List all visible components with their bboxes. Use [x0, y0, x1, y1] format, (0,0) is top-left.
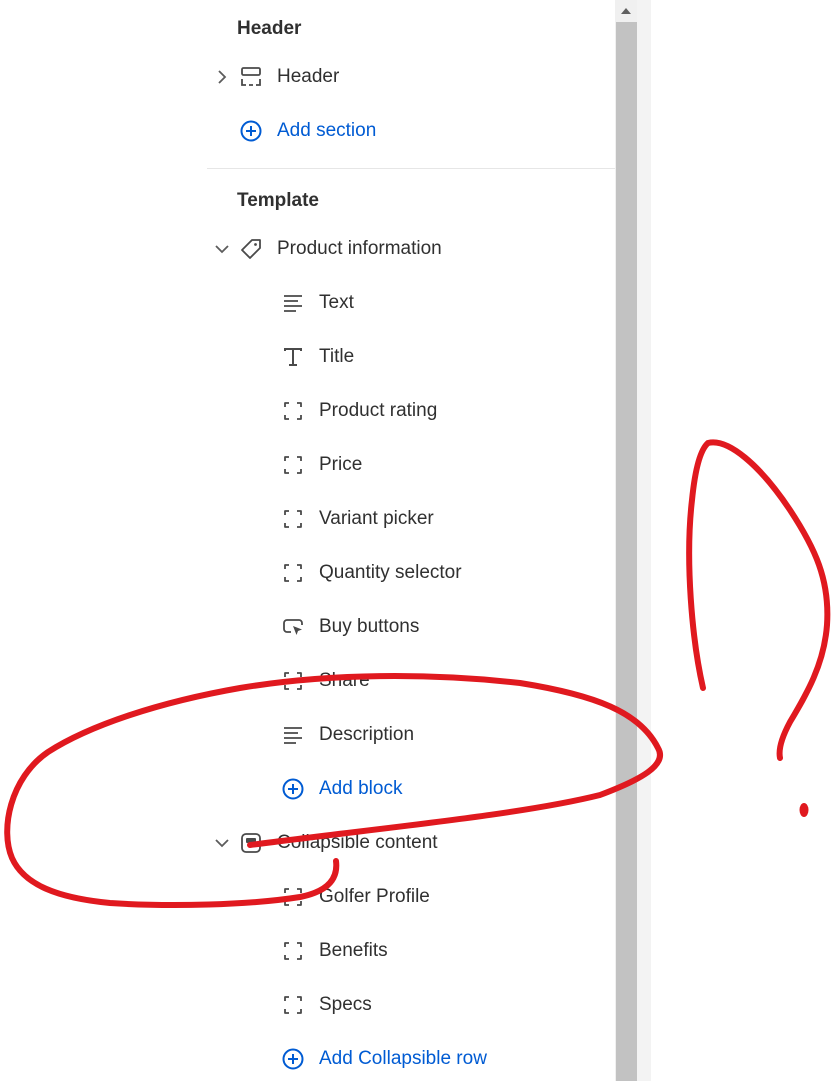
add-circle-icon	[281, 777, 305, 801]
dashed-square-icon	[281, 453, 305, 477]
collapsible-icon	[239, 831, 263, 855]
add-block-button[interactable]: Add block	[281, 769, 402, 809]
block-price[interactable]: Price	[281, 445, 362, 485]
section-header-label: Header	[277, 66, 340, 87]
block-label: Benefits	[319, 940, 388, 961]
block-label: Buy buttons	[319, 616, 420, 637]
header-group-title: Header	[237, 18, 302, 39]
block-label: Price	[319, 454, 363, 475]
section-collapsible-content-label: Collapsible content	[277, 832, 438, 853]
tag-icon	[239, 237, 263, 261]
block-label: Share	[319, 670, 370, 691]
add-section-button[interactable]: Add section	[239, 111, 376, 151]
dashed-square-icon	[281, 939, 305, 963]
block-quantity-selector[interactable]: Quantity selector	[281, 553, 462, 593]
section-product-information[interactable]: Product information	[239, 229, 442, 269]
block-golfer-profile[interactable]: Golfer Profile	[281, 877, 430, 917]
block-label: Product rating	[319, 400, 438, 421]
title-t-icon	[281, 345, 305, 369]
block-label: Golfer Profile	[319, 886, 430, 907]
section-header[interactable]: Header	[239, 57, 339, 97]
text-lines-icon	[281, 723, 305, 747]
block-buy-buttons[interactable]: Buy buttons	[281, 607, 419, 647]
block-product-rating[interactable]: Product rating	[281, 391, 437, 431]
annotation-question-mark	[686, 439, 831, 761]
add-circle-icon	[239, 119, 263, 143]
dashed-square-icon	[281, 669, 305, 693]
add-collapsible-row-label: Add Collapsible row	[319, 1048, 487, 1069]
dashed-square-icon	[281, 993, 305, 1017]
add-circle-icon	[281, 1047, 305, 1071]
block-label: Specs	[319, 994, 372, 1015]
add-collapsible-row-button[interactable]: Add Collapsible row	[281, 1039, 487, 1079]
block-text[interactable]: Text	[281, 283, 354, 323]
text-lines-icon	[281, 291, 305, 315]
scrollbar-thumb[interactable]	[616, 22, 637, 1081]
theme-sections-panel: Header Header Add section Template Produ…	[207, 0, 615, 1081]
block-label: Variant picker	[319, 508, 434, 529]
block-label: Description	[319, 724, 415, 745]
dashed-square-icon	[281, 885, 305, 909]
dashed-square-icon	[281, 399, 305, 423]
dashed-square-icon	[281, 561, 305, 585]
cursor-button-icon	[281, 615, 305, 639]
block-description[interactable]: Description	[281, 715, 414, 755]
dashed-square-icon	[281, 507, 305, 531]
section-product-information-label: Product information	[277, 238, 442, 259]
group-divider	[207, 168, 615, 169]
section-collapsible-content[interactable]: Collapsible content	[239, 823, 438, 863]
chevron-right-icon[interactable]	[213, 68, 231, 86]
block-label: Title	[319, 346, 355, 367]
block-label: Text	[319, 292, 354, 313]
block-share[interactable]: Share	[281, 661, 370, 701]
block-label: Quantity selector	[319, 562, 462, 583]
add-section-label: Add section	[277, 120, 377, 141]
panel-border	[637, 0, 651, 1081]
block-specs[interactable]: Specs	[281, 985, 372, 1025]
template-group-title: Template	[237, 190, 320, 211]
block-title[interactable]: Title	[281, 337, 354, 377]
scroll-up-arrow-icon[interactable]	[615, 0, 637, 22]
chevron-down-icon[interactable]	[213, 834, 231, 852]
block-variant-picker[interactable]: Variant picker	[281, 499, 434, 539]
add-block-label: Add block	[319, 778, 403, 799]
chevron-down-icon[interactable]	[213, 240, 231, 258]
annotation-question-dot	[799, 803, 809, 817]
header-layout-icon	[239, 65, 263, 89]
block-benefits[interactable]: Benefits	[281, 931, 388, 971]
